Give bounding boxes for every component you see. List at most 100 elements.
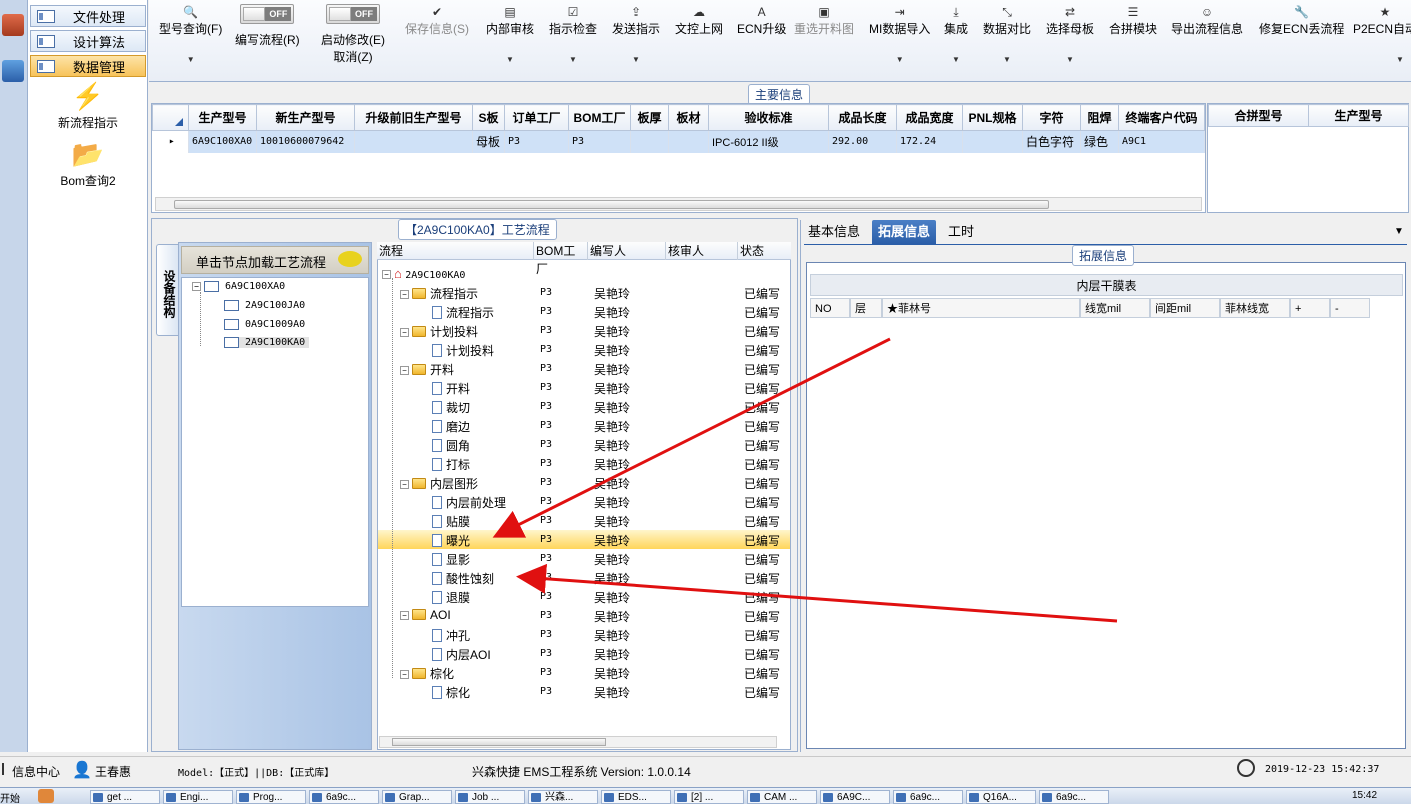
collapse-icon[interactable]: −: [382, 270, 391, 279]
tab-basic-info[interactable]: 基本信息: [802, 220, 866, 244]
col-header[interactable]: 成品长度: [828, 104, 897, 131]
col-header[interactable]: ★菲林号: [882, 298, 1080, 318]
col-header[interactable]: BOM工厂: [568, 104, 631, 131]
flow-row[interactable]: 贴膜 P3 吴艳玲 已编写: [378, 511, 790, 530]
flow-row[interactable]: 流程指示 P3 吴艳玲 已编写: [378, 302, 790, 321]
main-info-scrollbar[interactable]: [155, 197, 1202, 211]
col-header[interactable]: 生产型号: [1308, 104, 1409, 127]
table-cell[interactable]: P3: [568, 130, 631, 153]
taskbar-item[interactable]: Job ...: [455, 790, 525, 804]
col-header[interactable]: NO: [810, 298, 850, 318]
col-header[interactable]: S板: [472, 104, 505, 131]
toggle-switch[interactable]: OFF: [240, 4, 295, 24]
p2ecn-auto-button[interactable]: ★ P2ECN自动 ▼: [1353, 4, 1411, 64]
col-header[interactable]: 合拼型号: [1208, 104, 1309, 127]
table-cell[interactable]: 172.24: [896, 130, 963, 153]
taskbar-item[interactable]: Prog...: [236, 790, 306, 804]
table-cell[interactable]: 10010600079642: [256, 130, 355, 153]
write-flow-toggle[interactable]: OFF 编写流程(R): [235, 4, 300, 48]
send-instruction-button[interactable]: ⇪ 发送指示 ▼: [612, 4, 660, 64]
save-info-button[interactable]: ✔ 保存信息(S): [405, 4, 469, 37]
internal-review-button[interactable]: ▤ 内部审核 ▼: [486, 4, 534, 64]
flow-row[interactable]: 退膜 P3 吴艳玲 已编写: [378, 587, 790, 606]
taskbar-item[interactable]: 6a9c...: [1039, 790, 1109, 804]
collapse-icon[interactable]: −: [192, 282, 201, 291]
nav-file-processing[interactable]: 文件处理: [30, 5, 146, 27]
flow-row[interactable]: − 开料 P3 吴艳玲 已编写: [378, 359, 790, 378]
flow-row[interactable]: 计划投料 P3 吴艳玲 已编写: [378, 340, 790, 359]
tab-extended-info[interactable]: 拓展信息: [872, 220, 937, 244]
flow-row[interactable]: 打标 P3 吴艳玲 已编写: [378, 454, 790, 473]
col-header[interactable]: 新生产型号: [256, 104, 355, 131]
table-cell[interactable]: A9C1: [1118, 130, 1205, 153]
col-header[interactable]: 线宽mil: [1080, 298, 1150, 318]
flow-row[interactable]: 显影 P3 吴艳玲 已编写: [378, 549, 790, 568]
add-button[interactable]: +: [1290, 298, 1330, 318]
integrate-button[interactable]: ⤓ 集成 ▼: [944, 4, 968, 64]
taskbar-item[interactable]: 6a9c...: [309, 790, 379, 804]
flow-row[interactable]: 酸性蚀刻 P3 吴艳玲 已编写: [378, 568, 790, 587]
row-selector-header[interactable]: [152, 104, 189, 131]
flow-row[interactable]: − 内层图形 P3 吴艳玲 已编写: [378, 473, 790, 492]
nav-data-management[interactable]: 数据管理: [30, 55, 146, 77]
flow-row[interactable]: − 计划投料 P3 吴艳玲 已编写: [378, 321, 790, 340]
device-structure-tab[interactable]: 设备结构: [156, 244, 178, 336]
col-header[interactable]: 菲林线宽: [1220, 298, 1290, 318]
col-header[interactable]: 编写人: [588, 242, 666, 260]
collapse-icon[interactable]: −: [400, 366, 409, 375]
merge-module-button[interactable]: ☰ 合拼模块: [1109, 4, 1157, 37]
taskbar-item[interactable]: Q16A...: [966, 790, 1036, 804]
new-flow-instruction-button[interactable]: ⚡ 新流程指示: [28, 82, 148, 131]
export-flow-info-button[interactable]: ☺ 导出流程信息: [1171, 4, 1243, 37]
flow-row[interactable]: − 棕化 P3 吴艳玲 已编写: [378, 663, 790, 682]
ecn-upgrade-button[interactable]: A ECN升级: [737, 4, 786, 37]
taskbar-item[interactable]: CAM ...: [747, 790, 817, 804]
col-header[interactable]: 阻焊: [1080, 104, 1119, 131]
col-header[interactable]: 订单工厂: [504, 104, 569, 131]
toggle-switch[interactable]: OFF: [326, 4, 380, 24]
taskbar-item[interactable]: Grap...: [382, 790, 452, 804]
model-query-button[interactable]: 🔍 型号查询(F) ▼: [159, 4, 222, 64]
collapse-icon[interactable]: −: [400, 290, 409, 299]
col-header[interactable]: 终端客户代码: [1118, 104, 1205, 131]
fix-ecn-lost-flow-button[interactable]: 🔧 修复ECN丢流程: [1259, 4, 1344, 37]
doc-control-upload-button[interactable]: ☁ 文控上网: [675, 4, 723, 37]
nav-design-algorithm[interactable]: 设计算法: [30, 30, 146, 52]
tree-node[interactable]: − 6A9C100XA0: [192, 281, 285, 292]
table-cell[interactable]: [668, 130, 709, 153]
flow-row[interactable]: 棕化 P3 吴艳玲 已编写: [378, 682, 790, 701]
scroll-thumb[interactable]: [392, 738, 606, 746]
flow-row[interactable]: 圆角 P3 吴艳玲 已编写: [378, 435, 790, 454]
bom-query2-button[interactable]: 📂 Bom查询2: [28, 140, 148, 189]
col-header[interactable]: 间距mil: [1150, 298, 1220, 318]
tab-work-hours[interactable]: 工时: [942, 220, 980, 244]
tree-node-selected[interactable]: 2A9C100KA0: [224, 337, 310, 348]
table-cell[interactable]: 母板: [472, 130, 505, 153]
table-cell[interactable]: [354, 130, 473, 153]
flow-row[interactable]: 冲孔 P3 吴艳玲 已编写: [378, 625, 790, 644]
col-header[interactable]: 生产型号: [188, 104, 257, 131]
remove-button[interactable]: -: [1330, 298, 1370, 318]
col-header[interactable]: 验收标准: [708, 104, 829, 131]
taskbar-item[interactable]: 6a9c...: [893, 790, 963, 804]
collapse-icon[interactable]: −: [400, 670, 409, 679]
start-button[interactable]: 开始: [0, 790, 20, 804]
taskbar-item[interactable]: get ...: [90, 790, 160, 804]
col-header[interactable]: 升级前旧生产型号: [354, 104, 473, 131]
col-header[interactable]: 成品宽度: [896, 104, 963, 131]
quicklaunch-icon[interactable]: [38, 789, 54, 803]
flow-scrollbar[interactable]: [379, 736, 777, 748]
mi-data-import-button[interactable]: ⇥ MI数据导入 ▼: [869, 4, 930, 64]
select-mother-board-button[interactable]: ⇄ 选择母板 ▼: [1046, 4, 1094, 64]
table-cell[interactable]: 白色字符: [1022, 130, 1081, 153]
flow-row[interactable]: 内层前处理 P3 吴艳玲 已编写: [378, 492, 790, 511]
collapse-icon[interactable]: −: [400, 611, 409, 620]
tree-node[interactable]: 2A9C100JA0: [224, 300, 305, 311]
col-header[interactable]: 板材: [668, 104, 709, 131]
flow-row-selected[interactable]: 曝光 P3 吴艳玲 已编写: [378, 530, 790, 549]
col-header[interactable]: 板厚: [630, 104, 669, 131]
reselect-cutting-diagram-button[interactable]: ▣ 重选开料图: [794, 4, 854, 37]
col-header[interactable]: PNL规格: [962, 104, 1023, 131]
data-compare-button[interactable]: ⤡ 数据对比 ▼: [983, 4, 1031, 64]
table-cell[interactable]: 绿色: [1080, 130, 1119, 153]
